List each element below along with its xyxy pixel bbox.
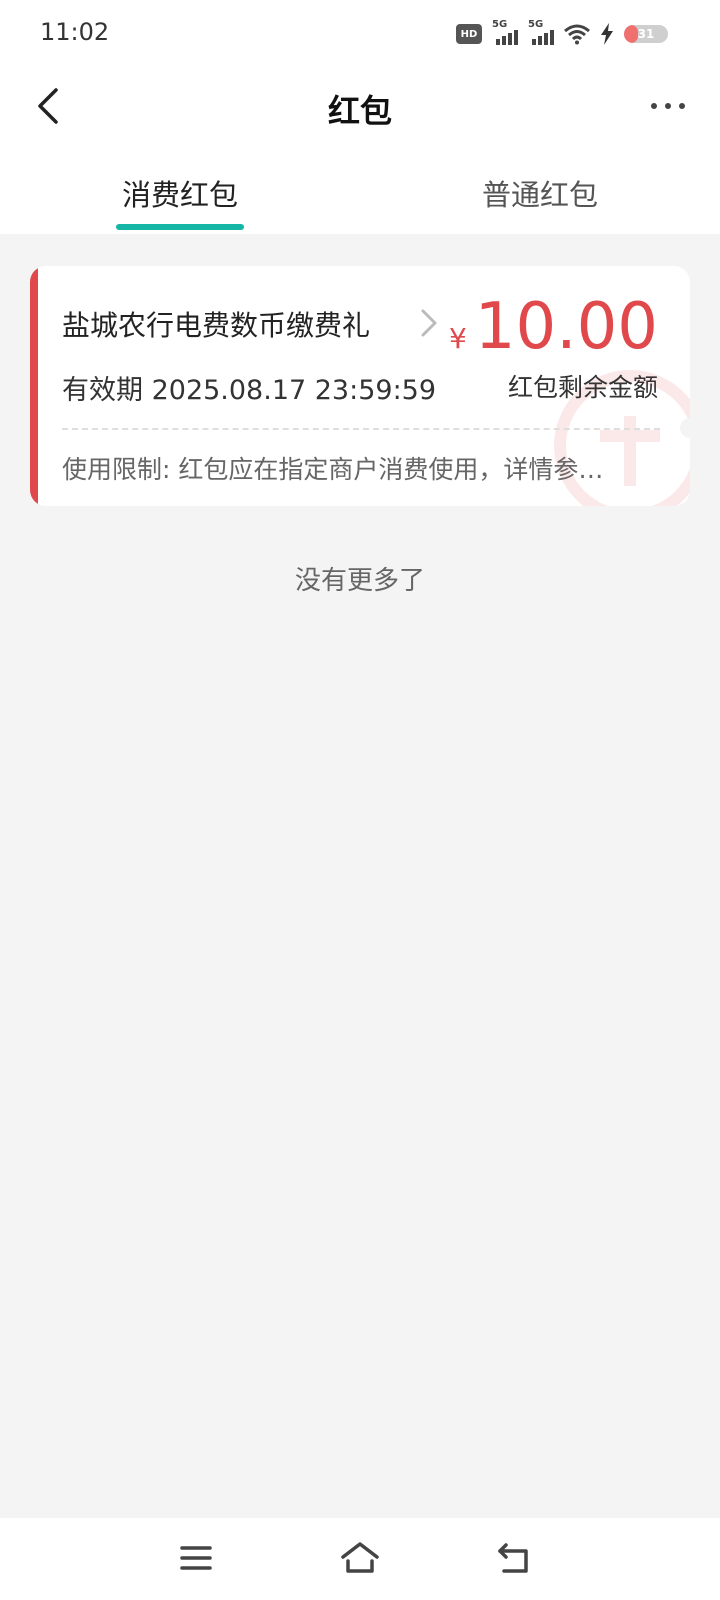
card-accent	[30, 266, 38, 506]
back-nav-button[interactable]	[490, 1536, 538, 1580]
battery-level: 31	[637, 27, 655, 41]
system-nav-bar	[0, 1518, 720, 1600]
status-bar: 11:02 HD 5G 5G 31	[0, 0, 720, 66]
card-validity: 有效期 2025.08.17 23:59:59	[62, 375, 437, 406]
more-button[interactable]	[640, 82, 696, 130]
red-packet-card[interactable]: 盐城农行电费数币缴费礼 有效期 2025.08.17 23:59:59 ¥ 10…	[30, 266, 690, 506]
usage-limit: 使用限制: 红包应在指定商户消费使用，详情参…	[62, 455, 604, 484]
hd-icon: HD	[456, 24, 482, 44]
tab-consumption[interactable]: 消费红包	[0, 150, 360, 234]
battery-icon: 31	[624, 25, 668, 43]
nav-bar: 红包	[0, 66, 720, 150]
wifi-icon	[564, 24, 590, 45]
menu-icon	[180, 1546, 212, 1570]
tab-regular[interactable]: 普通红包	[360, 150, 720, 234]
signal-label: 5G	[492, 19, 508, 30]
home-icon	[341, 1542, 379, 1573]
amount-label: 红包剩余金额	[507, 373, 658, 402]
signal-label-2: 5G	[528, 19, 544, 30]
back-arrow-icon	[498, 1543, 528, 1573]
signal-icon: 5G	[492, 19, 518, 45]
amount: ¥ 10.00	[449, 292, 658, 362]
top-area: 11:02 HD 5G 5G 31 红包 消费红包 普通红包	[0, 0, 720, 234]
amount-value: 10.00	[474, 290, 658, 364]
currency-symbol: ¥	[448, 322, 467, 355]
home-button[interactable]	[336, 1536, 384, 1580]
page-title: 红包	[327, 92, 392, 130]
card-title: 盐城农行电费数币缴费礼	[62, 309, 371, 342]
more-dots-icon	[651, 103, 657, 109]
status-time: 11:02	[40, 18, 110, 46]
tab-label: 普通红包	[481, 178, 598, 212]
status-icons: HD 5G 5G 31	[456, 19, 668, 48]
card-divider	[62, 428, 660, 430]
charging-icon	[601, 23, 613, 45]
menu-button[interactable]	[172, 1536, 220, 1580]
no-more-text: 没有更多了	[294, 566, 425, 596]
tab-indicator	[116, 224, 244, 230]
signal-icon-2: 5G	[528, 19, 554, 45]
chevron-right-icon[interactable]	[416, 306, 442, 340]
tab-bar: 消费红包 普通红包	[0, 150, 720, 234]
